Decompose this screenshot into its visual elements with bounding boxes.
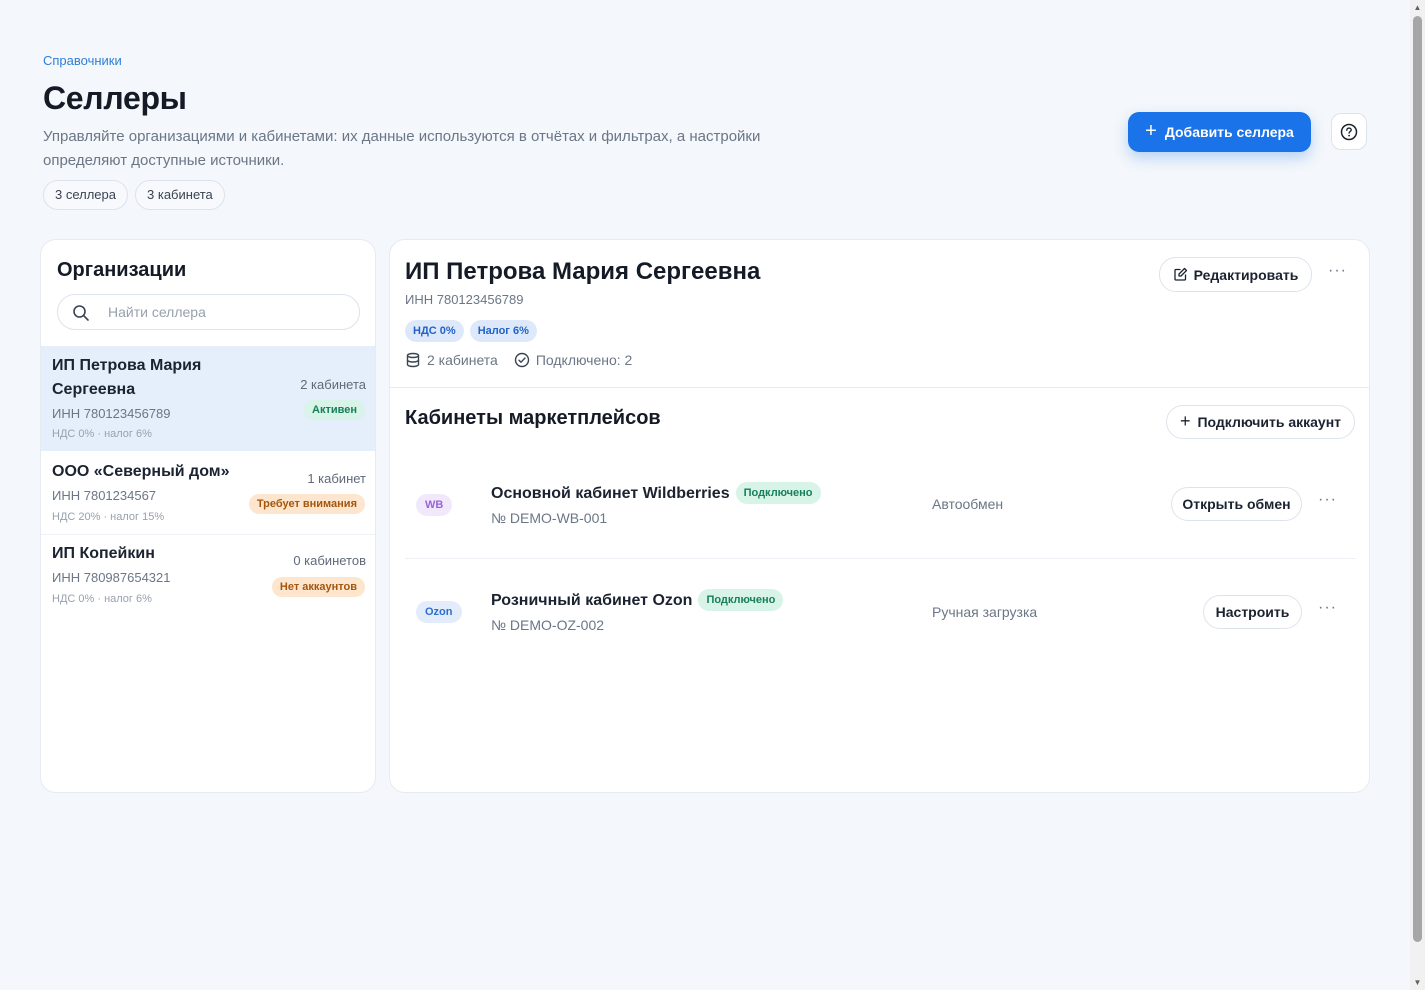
check-circle-icon [514, 352, 530, 368]
vat-tag: НДС 0% [405, 320, 464, 342]
seller-name: ИП Петрова Мария Сергеевна [52, 357, 202, 398]
open-exchange-button[interactable]: Открыть обмен [1171, 487, 1302, 521]
seller-cabinets-count: 1 кабинет [307, 471, 366, 486]
seller-details-panel: ИП Петрова Мария Сергеевна ИНН 780123456… [389, 239, 1370, 793]
connect-account-label: Подключить аккаунт [1197, 414, 1342, 430]
help-button[interactable] [1331, 113, 1367, 150]
seller-name: ИП Копейкин [52, 545, 155, 562]
sellers-count-chip: 3 селлера [43, 180, 129, 210]
seller-search[interactable] [57, 294, 360, 330]
page-title: Селлеры [43, 80, 187, 116]
status-badge: Требует внимания [248, 494, 365, 514]
search-input[interactable] [108, 295, 348, 329]
more-options-icon[interactable]: ··· [1318, 599, 1337, 617]
database-icon [406, 352, 420, 368]
seller-inn: ИНН 7801234567 [52, 488, 157, 503]
ozon-logo: Ozon [416, 601, 462, 623]
scrollbar[interactable]: ▲ ▼ [1410, 0, 1425, 990]
organizations-panel: Организации ИП Петрова Мария Сергеевна И… [40, 239, 376, 793]
seller-tax: НДС 0% · налог 6% [52, 428, 152, 440]
seller-name: ООО «Северный дом» [52, 463, 230, 480]
breadcrumb[interactable]: Справочники [43, 53, 122, 68]
configure-button[interactable]: Настроить [1203, 595, 1302, 629]
account-mode: Автообмен [932, 496, 1004, 512]
status-badge: Активен [304, 400, 365, 420]
organizations-title: Организации [57, 259, 187, 281]
edit-label: Редактировать [1193, 266, 1299, 283]
account-number: № DEMO-OZ-002 [491, 617, 605, 633]
question-icon [1340, 123, 1358, 140]
scroll-thumb[interactable] [1413, 16, 1422, 942]
status-badge: Подключено [735, 482, 821, 504]
page-subtitle: Управляйте организациями и кабинетами: и… [43, 128, 761, 169]
account-name-text: Основной кабинет Wildberries [491, 485, 730, 502]
seller-meta: 2 кабинета Подключено: 2 [405, 352, 632, 368]
seller-item[interactable]: ИП Копейкин ИНН 780987654321 НДС 0% · на… [41, 535, 375, 613]
seller-inn: ИНН 780123456789 [52, 406, 171, 421]
account-number: № DEMO-WB-001 [491, 510, 608, 526]
cabinets-count: 2 кабинета [427, 352, 498, 368]
cabinets-title: Кабинеты маркетплейсов [405, 407, 661, 429]
seller-cabinets-count: 0 кабинетов [293, 553, 366, 568]
account-row[interactable]: Ozon Розничный кабинет Ozon Подключено № … [405, 562, 1356, 662]
status-badge: Нет аккаунтов [271, 577, 365, 597]
seller-inn: ИНН 780123456789 [405, 292, 524, 307]
account-name-text: Розничный кабинет Ozon [491, 592, 693, 609]
status-badge: Подключено [698, 589, 784, 611]
tax-tag: Налог 6% [469, 320, 537, 342]
seller-title: ИП Петрова Мария Сергеевна [405, 258, 761, 285]
summary-chips: 3 селлера 3 кабинета [43, 180, 225, 210]
account-mode: Ручная загрузка [932, 604, 1038, 620]
account-name: Основной кабинет Wildberries Подключено [491, 482, 821, 504]
connected-count: Подключено: 2 [535, 352, 633, 368]
divider [405, 558, 1356, 559]
seller-inn: ИНН 780987654321 [52, 570, 171, 585]
plus-icon: + [1179, 411, 1191, 431]
seller-tax: НДС 0% · налог 6% [52, 593, 152, 605]
add-seller-label: Добавить селлера [1164, 124, 1294, 140]
cabinets-count-chip: 3 кабинета [135, 180, 225, 210]
seller-tax: НДС 20% · налог 15% [52, 511, 165, 523]
seller-cabinets-count: 2 кабинета [300, 377, 366, 392]
search-icon [73, 305, 89, 321]
account-row[interactable]: WB Основной кабинет Wildberries Подключен… [405, 455, 1356, 555]
account-name: Розничный кабинет Ozon Подключено [491, 589, 784, 611]
add-seller-button[interactable]: + Добавить селлера [1128, 112, 1311, 152]
edit-button[interactable]: Редактировать [1159, 257, 1312, 292]
sellers-page: Справочники Селлеры Управляйте организац… [0, 0, 1410, 990]
tax-tags: НДС 0% Налог 6% [405, 320, 537, 342]
more-options-icon[interactable]: ··· [1328, 262, 1347, 280]
more-options-icon[interactable]: ··· [1318, 491, 1337, 509]
wildberries-logo: WB [416, 494, 453, 516]
connect-account-button[interactable]: + Подключить аккаунт [1166, 405, 1355, 439]
edit-icon [1173, 267, 1187, 281]
seller-item[interactable]: ИП Петрова Мария Сергеевна ИНН 780123456… [41, 346, 375, 451]
divider [390, 387, 1369, 388]
plus-icon: + [1145, 120, 1157, 142]
seller-item[interactable]: ООО «Северный дом» ИНН 7801234567 НДС 20… [41, 452, 375, 534]
scroll-down-icon[interactable]: ▼ [1413, 978, 1422, 987]
scroll-up-icon[interactable]: ▲ [1413, 3, 1422, 12]
